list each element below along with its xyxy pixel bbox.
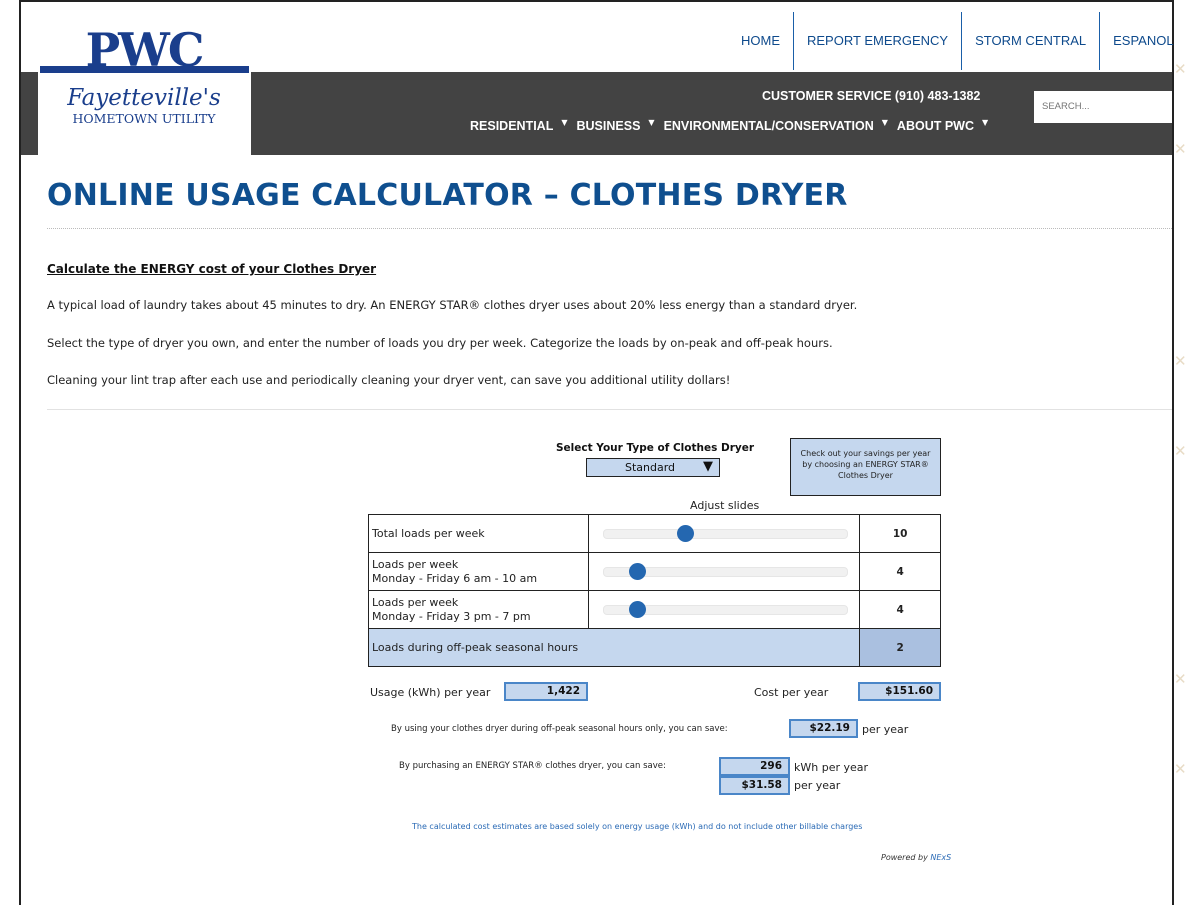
table-row: Total loads per week 10 [367,514,941,553]
topnav-espanol-link[interactable]: ESPANOL [1099,12,1186,70]
page-title: ONLINE USAGE CALCULATOR – CLOTHES DRYER [47,178,848,213]
offpeak-value: 2 [859,628,941,667]
total-loads-slider-handle[interactable] [677,525,695,542]
row-label-line1: Loads per week [372,557,459,571]
decorative-mark: ✕ [1174,760,1187,778]
customer-service-phone[interactable]: CUSTOMER SERVICE (910) 483-1382 [762,89,980,103]
row-label-line1: Loads per week [372,595,459,609]
dropdown-caret-icon: ▼ [982,118,989,127]
offpeak-savings-text: By using your clothes dryer during off-p… [391,724,728,734]
nav-about-pwc[interactable]: ABOUT PWC [897,119,974,133]
row-label: Loads per week Monday - Friday 3 pm - 7 p… [367,590,590,629]
dropdown-caret-icon: ▼ [561,118,568,127]
topnav-home-link[interactable]: HOME [728,12,793,70]
decorative-mark: ✕ [1174,140,1187,158]
usage-value: 1,422 [504,682,588,701]
pwc-logo-graphic: PWC Fayetteville's HOMETOWN UTILITY [40,23,249,126]
decorative-mark: ✕ [1174,442,1187,460]
kwh-per-year-label: kWh per year [794,761,869,774]
dryer-type-value: Standard [625,461,676,474]
row-label: Total loads per week [367,514,590,553]
divider [47,228,1172,229]
cost-footnote: The calculated cost estimates are based … [412,822,863,831]
slider-track[interactable] [603,529,849,539]
nav-business[interactable]: BUSINESS [577,119,641,133]
decorative-mark: ✕ [1174,352,1187,370]
table-row: Loads per week Monday - Friday 3 pm - 7 p… [367,590,941,629]
top-nav: HOME REPORT EMERGENCY STORM CENTRAL ESPA… [728,12,1187,70]
row-label-line2: Monday - Friday 3 pm - 7 pm [372,609,531,623]
row-label: Loads per week Monday - Friday 6 am - 10 … [367,552,590,591]
intro-heading: Calculate the ENERGY cost of your Clothe… [47,262,377,276]
decorative-mark: ✕ [1174,670,1187,688]
row-label-line1: Total loads per week [372,526,485,540]
total-loads-value: 10 [859,514,941,553]
row-label-line2: Monday - Friday 6 am - 10 am [372,571,538,585]
evening-peak-slider-handle[interactable] [628,601,646,618]
nav-residential[interactable]: RESIDENTIAL [470,119,553,133]
offpeak-savings-value: $22.19 [789,719,858,738]
slider-cell [588,590,861,629]
dropdown-caret-icon: ▼ [881,118,888,127]
intro-paragraph: Cleaning your lint trap after each use a… [47,373,731,387]
morning-peak-slider-handle[interactable] [628,563,646,580]
nav-environmental-conservation[interactable]: ENVIRONMENTAL/CONSERVATION [664,119,874,133]
morning-peak-value: 4 [859,552,941,591]
topnav-storm-central-link[interactable]: STORM CENTRAL [961,12,1099,70]
energy-star-savings-text: By purchasing an ENERGY STAR® clothes dr… [399,761,666,771]
energy-star-kwh-value: 296 [719,757,790,776]
table-row: Loads during off-peak seasonal hours 2 [367,628,941,667]
dropdown-caret-icon: ▼ [648,118,655,127]
dryer-type-label: Select Your Type of Clothes Dryer [556,442,755,454]
per-year-label: per year [862,723,909,736]
per-year-label: per year [794,779,841,792]
intro-paragraph: A typical load of laundry takes about 45… [47,298,858,312]
divider [47,409,1172,410]
logo-line2-text: HOMETOWN UTILITY [72,111,216,126]
logo-line1-text: Fayetteville's [66,85,221,111]
slider-cell [588,514,861,553]
dryer-type-select[interactable]: Standard ▼ [586,458,720,477]
adjust-slides-label: Adjust slides [690,499,760,512]
table-row: Loads per week Monday - Friday 6 am - 10 … [367,552,941,591]
cost-label: Cost per year [754,686,829,699]
loads-table: Total loads per week 10 Loads per week Mo… [367,514,941,667]
dropdown-arrow-icon: ▼ [703,459,713,474]
energy-star-savings-button[interactable]: Check out your savings per year by choos… [790,438,941,496]
main-nav: RESIDENTIAL ▼ BUSINESS ▼ ENVIRONMENTAL/CON… [470,118,997,133]
intro-paragraph: Select the type of dryer you own, and en… [47,336,833,350]
powered-by-text: Powered by [881,853,928,862]
pwc-logo[interactable]: PWC Fayetteville's HOMETOWN UTILITY [38,16,251,155]
offpeak-label: Loads during off-peak seasonal hours [367,628,861,667]
powered-by-brand-link[interactable]: NExS [930,853,951,862]
cost-value: $151.60 [858,682,941,701]
powered-by: Powered by NExS [881,853,951,862]
search-input[interactable] [1034,91,1170,121]
search-box [1034,91,1172,123]
energy-star-dollars-value: $31.58 [719,776,790,795]
usage-label: Usage (kWh) per year [370,686,491,699]
window-frame-top [19,0,1174,2]
slider-cell [588,552,861,591]
evening-peak-value: 4 [859,590,941,629]
logo-mark-text: PWC [86,23,203,77]
topnav-report-emergency-link[interactable]: REPORT EMERGENCY [793,12,961,70]
